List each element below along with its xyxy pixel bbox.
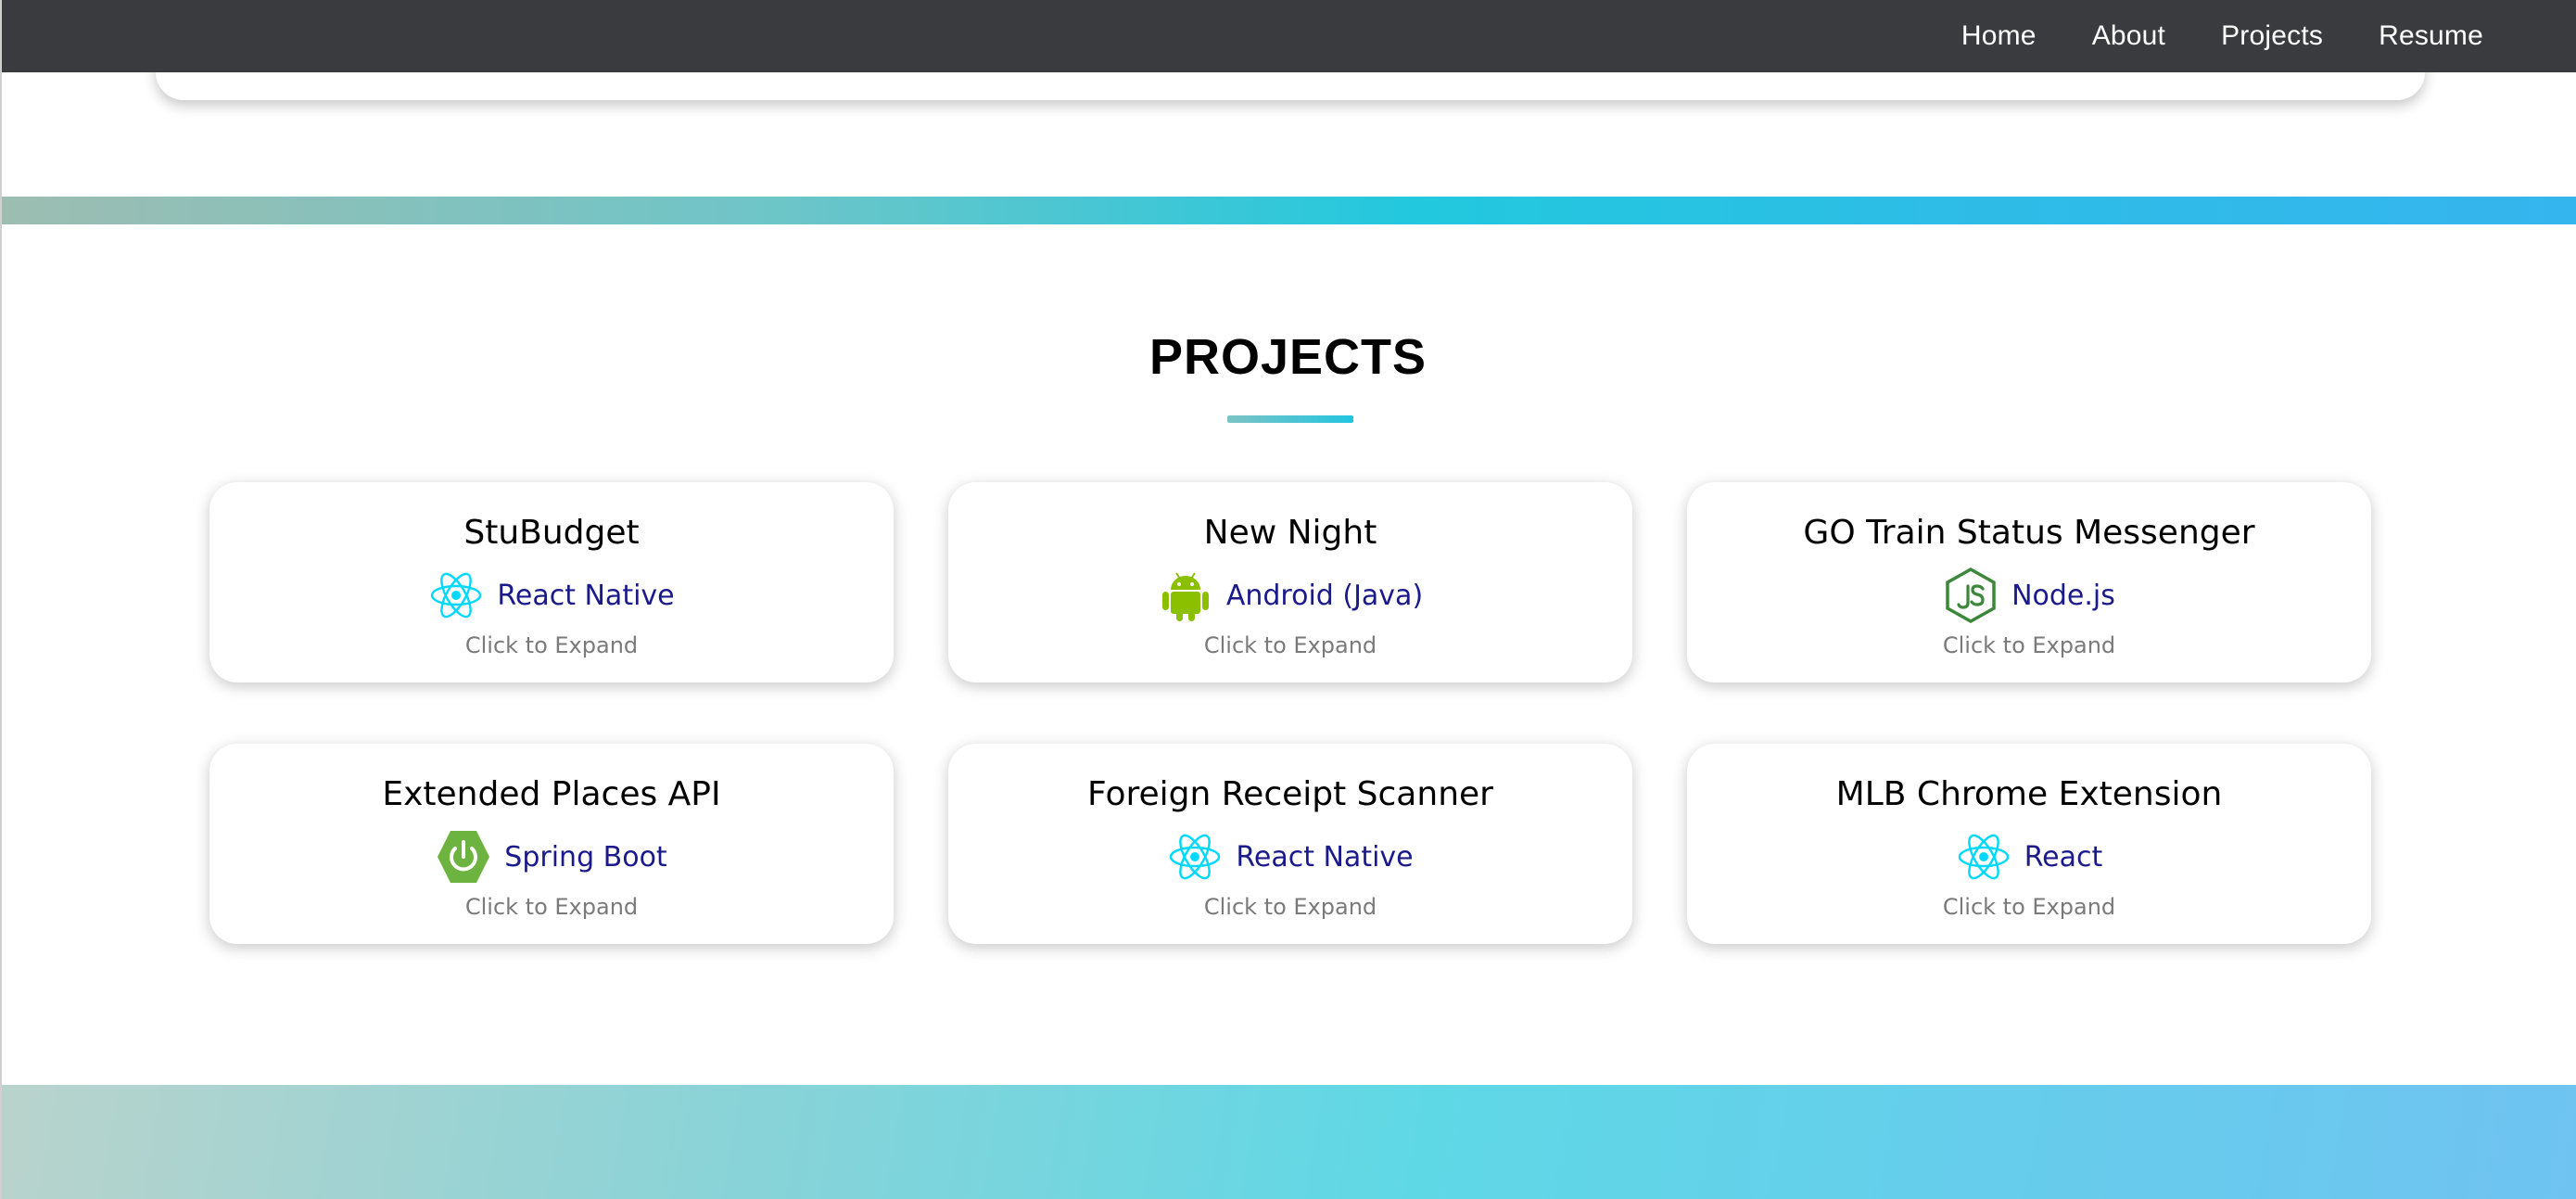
nav-link-home[interactable]: Home: [1961, 20, 2037, 52]
react-icon: [1956, 829, 2011, 885]
tech-label: React Native: [1236, 840, 1414, 874]
project-card-extended-places-api[interactable]: Extended Places API Spring Boot Click to…: [209, 744, 894, 944]
expand-hint: Click to Expand: [1942, 632, 2116, 658]
tech-row: Android (Java): [1158, 568, 1423, 623]
projects-heading: PROJECTS: [1148, 329, 1428, 385]
spring-boot-icon: [436, 829, 491, 885]
project-title: Foreign Receipt Scanner: [1087, 775, 1493, 813]
tech-label: Spring Boot: [504, 840, 667, 874]
project-card-go-train[interactable]: GO Train Status Messenger Node.js Click …: [1687, 482, 2371, 682]
tech-label: Android (Java): [1225, 579, 1424, 612]
tech-row: React: [1956, 829, 2103, 885]
tech-label: React: [2024, 840, 2103, 874]
project-card-foreign-receipt-scanner[interactable]: Foreign Receipt Scanner React Native Cli…: [948, 744, 1632, 944]
footer-gradient-band: [0, 1085, 2576, 1199]
tech-row: React Native: [1167, 829, 1414, 885]
project-title: GO Train Status Messenger: [1803, 514, 2255, 552]
window-edge: [0, 0, 2, 1199]
tech-row: Spring Boot: [436, 829, 667, 885]
project-card-new-night[interactable]: New Night Android (Java) Click to Expand: [948, 482, 1632, 682]
tech-label: Node.js: [2011, 579, 2115, 612]
nav-link-resume[interactable]: Resume: [2379, 20, 2483, 52]
nav-links: Home About Projects Resume: [1961, 0, 2483, 72]
nav-link-about[interactable]: About: [2092, 20, 2165, 52]
project-title: MLB Chrome Extension: [1835, 775, 2223, 813]
heading-underline: [1227, 415, 1353, 423]
android-icon: [1158, 568, 1213, 623]
nodejs-icon: [1943, 568, 1999, 623]
project-card-stubudget[interactable]: StuBudget React Native Click to Expand: [209, 482, 894, 682]
expand-hint: Click to Expand: [1203, 894, 1377, 920]
project-title: StuBudget: [463, 514, 640, 552]
page: Home About Projects Resume PROJECTS StuB…: [0, 0, 2576, 1199]
tech-row: Node.js: [1943, 568, 2115, 623]
react-icon: [428, 568, 484, 623]
expand-hint: Click to Expand: [464, 632, 639, 658]
project-title: New Night: [1203, 514, 1377, 552]
nav-link-projects[interactable]: Projects: [2221, 20, 2323, 52]
tech-label: React Native: [497, 579, 675, 612]
expand-hint: Click to Expand: [464, 894, 639, 920]
react-icon: [1167, 829, 1223, 885]
projects-grid: StuBudget React Native Click to Expand N…: [209, 482, 2371, 944]
tech-row: React Native: [428, 568, 675, 623]
gradient-divider: [0, 197, 2576, 224]
top-navbar: Home About Projects Resume: [0, 0, 2576, 72]
expand-hint: Click to Expand: [1942, 894, 2116, 920]
project-title: Extended Places API: [382, 775, 721, 813]
expand-hint: Click to Expand: [1203, 632, 1377, 658]
project-card-mlb-chrome-extension[interactable]: MLB Chrome Extension React Click to Expa…: [1687, 744, 2371, 944]
